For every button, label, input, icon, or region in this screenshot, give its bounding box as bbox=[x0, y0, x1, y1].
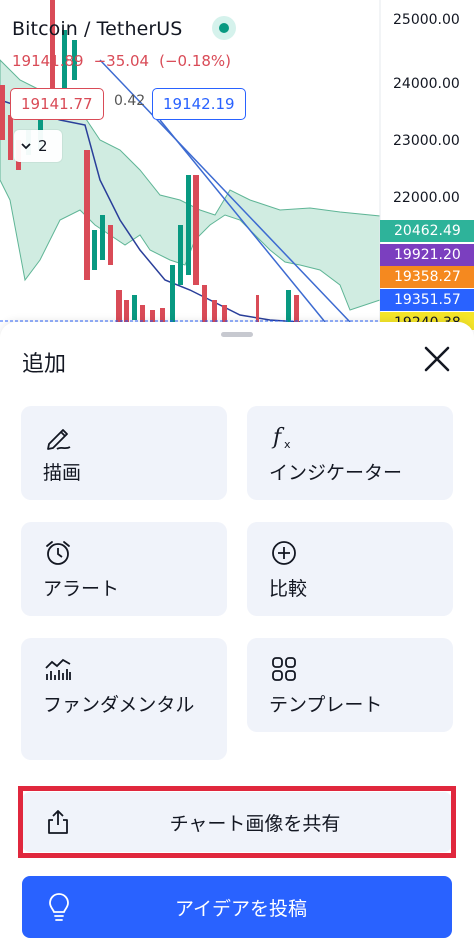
price-badge: 19358.27 bbox=[380, 266, 474, 288]
quote-line: 19141.89 −35.04 (−0.18%) bbox=[12, 52, 241, 70]
y-axis-label: 25000.00 bbox=[393, 12, 460, 28]
spread-value: 0.42 bbox=[114, 93, 146, 109]
y-axis-label: 23000.00 bbox=[393, 133, 460, 149]
fundamentals-label: ファンダメンタル bbox=[43, 694, 195, 716]
share-chart-image-button[interactable]: チャート画像を共有 bbox=[22, 792, 452, 852]
svg-text:f: f bbox=[271, 425, 285, 450]
symbol-title[interactable]: Bitcoin / TetherUS bbox=[12, 18, 182, 40]
svg-text:x: x bbox=[284, 438, 291, 451]
y-axis-label: 22000.00 bbox=[393, 190, 460, 206]
indicator-count: 2 bbox=[38, 137, 48, 155]
alert-tile[interactable]: アラート bbox=[21, 522, 227, 616]
close-icon[interactable] bbox=[420, 342, 454, 376]
pen-icon bbox=[47, 429, 71, 450]
grid-icon bbox=[272, 657, 296, 681]
add-bottom-sheet: 追加 描画 f x インジケーター アラート 比較 ファンダメンタル テンプレー… bbox=[0, 322, 474, 952]
drawing-tile[interactable]: 描画 bbox=[21, 406, 227, 500]
indicators-toggle[interactable]: 2 bbox=[14, 130, 62, 162]
alert-label: アラート bbox=[43, 578, 120, 600]
price-badge: 19921.20 bbox=[380, 244, 474, 266]
drawing-label: 描画 bbox=[43, 462, 82, 484]
price-chart[interactable]: Bitcoin / TetherUS 19141.89 −35.04 (−0.18%… bbox=[0, 0, 474, 330]
alarm-clock-icon bbox=[46, 541, 70, 565]
price-badge: 19351.57 bbox=[380, 289, 474, 311]
fundamentals-tile[interactable]: ファンダメンタル bbox=[21, 638, 227, 760]
y-axis-label: 24000.00 bbox=[393, 76, 460, 92]
publish-idea-label: アイデアを投稿 bbox=[174, 898, 308, 920]
publish-idea-button[interactable]: アイデアを投稿 bbox=[22, 876, 452, 938]
templates-tile[interactable]: テンプレート bbox=[247, 638, 453, 732]
indicators-label: インジケーター bbox=[269, 462, 403, 484]
market-status-indicator bbox=[212, 16, 236, 40]
price-change: −35.04 bbox=[93, 52, 150, 70]
financials-icon bbox=[45, 658, 71, 680]
share-chart-image-label: チャート画像を共有 bbox=[169, 813, 341, 835]
compare-label: 比較 bbox=[269, 578, 308, 600]
chevron-down-icon bbox=[21, 143, 31, 150]
price-badge: 20462.49 bbox=[380, 220, 474, 242]
sheet-title: 追加 bbox=[22, 352, 67, 377]
price-change-percent: (−0.18%) bbox=[159, 52, 232, 70]
indicators-tile[interactable]: f x インジケーター bbox=[247, 406, 453, 500]
sheet-drag-handle[interactable] bbox=[221, 332, 253, 337]
buy-price-button[interactable]: 19142.19 bbox=[152, 88, 246, 120]
plus-circle-icon bbox=[272, 541, 296, 565]
compare-tile[interactable]: 比較 bbox=[247, 522, 453, 616]
function-icon: f x bbox=[271, 425, 291, 451]
templates-label: テンプレート bbox=[269, 694, 383, 716]
last-price: 19141.89 bbox=[12, 52, 84, 70]
sell-price-button[interactable]: 19141.77 bbox=[10, 88, 104, 120]
